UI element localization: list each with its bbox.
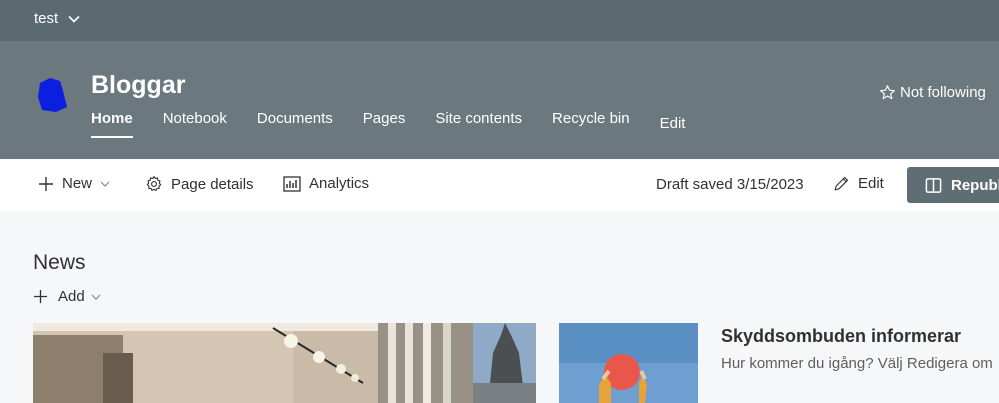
- news-heading: News: [33, 251, 86, 274]
- draft-status: Draft saved 3/15/2023: [656, 176, 804, 193]
- plus-icon: [33, 289, 48, 304]
- news-article-image[interactable]: [559, 323, 698, 403]
- page-details-label: Page details: [171, 175, 254, 193]
- edit-label: Edit: [858, 175, 884, 192]
- news-hero-image[interactable]: [33, 323, 536, 403]
- add-news-button[interactable]: Add: [33, 288, 101, 305]
- chevron-down-icon: [68, 15, 80, 23]
- site-header: Bloggar Home Notebook Documents Pages Si…: [0, 41, 999, 159]
- hub-site-switcher[interactable]: test: [34, 10, 80, 27]
- analytics-button[interactable]: Analytics: [283, 175, 369, 192]
- gear-icon: [146, 175, 162, 191]
- star-outline-icon: [880, 85, 895, 100]
- new-button[interactable]: New: [38, 175, 110, 192]
- republish-label: Republish: [951, 176, 999, 194]
- site-logo[interactable]: [36, 77, 68, 113]
- pencil-icon: [834, 176, 849, 191]
- nav-item-notebook[interactable]: Notebook: [163, 110, 227, 138]
- hub-bar: test: [0, 0, 999, 41]
- site-nav: Home Notebook Documents Pages Site conte…: [91, 110, 715, 138]
- news-article-description: Hur kommer du igång? Välj Redigera om: [721, 355, 993, 372]
- analytics-label: Analytics: [309, 175, 370, 192]
- nav-item-pages[interactable]: Pages: [363, 110, 406, 138]
- nav-item-site-contents[interactable]: Site contents: [435, 110, 522, 138]
- nav-edit-link[interactable]: Edit: [660, 115, 686, 138]
- page-details-button[interactable]: Page details: [145, 175, 254, 193]
- command-bar: New Page details Analytics Draft saved 3…: [0, 159, 999, 211]
- news-article-title[interactable]: Skyddsombuden informerar: [721, 326, 961, 347]
- book-open-icon: [925, 177, 942, 193]
- follow-label: Not following: [900, 84, 986, 101]
- add-label: Add: [58, 288, 85, 305]
- follow-button[interactable]: Not following: [879, 84, 986, 101]
- site-title[interactable]: Bloggar: [91, 71, 185, 100]
- chevron-down-icon: [100, 181, 110, 187]
- hub-name-label: test: [34, 10, 59, 27]
- plus-icon: [39, 176, 53, 191]
- edit-button[interactable]: Edit: [833, 175, 884, 192]
- nav-item-home[interactable]: Home: [91, 110, 133, 138]
- republish-button[interactable]: Republish: [907, 167, 999, 203]
- chevron-down-icon: [91, 294, 101, 300]
- new-label: New: [62, 175, 93, 192]
- nav-item-documents[interactable]: Documents: [257, 110, 333, 138]
- chart-icon: [283, 175, 301, 192]
- nav-item-recycle-bin[interactable]: Recycle bin: [552, 110, 630, 138]
